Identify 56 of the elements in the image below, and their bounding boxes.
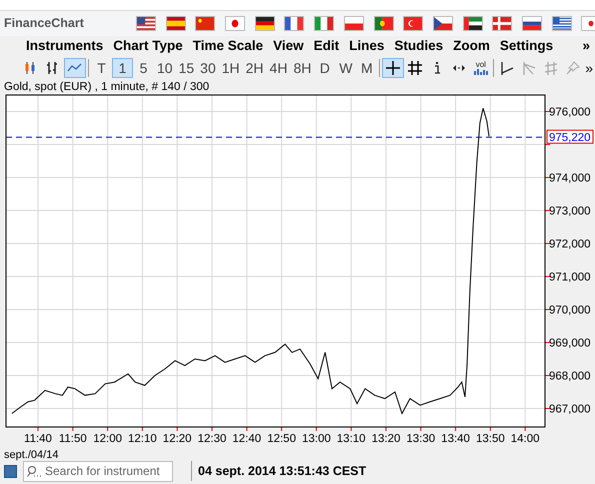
axis-label: 12:10 [128, 433, 157, 445]
interval-button[interactable]: W [335, 58, 356, 78]
vol-label: vol [476, 61, 486, 69]
interval-button[interactable]: 30 [197, 58, 219, 78]
date-time: 04 sept. 2014 13:51:43 CEST [198, 462, 366, 480]
axis-label: 976,000 [549, 106, 591, 118]
axis-label: 971,000 [549, 272, 591, 284]
menu-item[interactable]: Edit [314, 36, 340, 57]
axis-label: 13:40 [441, 433, 470, 445]
axis-label: 11:40 [24, 433, 52, 445]
menu-item[interactable]: Studies [394, 36, 444, 57]
axis-label: 968,000 [549, 370, 591, 383]
interval-button[interactable]: 8H [290, 58, 314, 78]
axis-label: 967,000 [549, 404, 591, 416]
axis-label: 12:20 [162, 433, 192, 445]
interval-button[interactable]: T [91, 58, 112, 78]
window-title: FinanceChart [4, 15, 85, 32]
price-level-label: 975,220 [546, 130, 594, 144]
axis-label: 13:30 [406, 433, 436, 445]
axis-label: 973,000 [549, 206, 591, 218]
axis-label: 12:50 [267, 433, 296, 445]
menu-item[interactable]: Instruments [26, 36, 104, 57]
menu-item[interactable]: Time Scale [192, 36, 264, 57]
interval-button[interactable]: M [356, 58, 378, 78]
axis-label: 974,000 [549, 172, 591, 184]
axis-label: 12:30 [198, 433, 226, 445]
interval-button[interactable]: 10 [154, 58, 176, 78]
interval-button[interactable]: 15 [176, 58, 198, 78]
axis-label: 13:00 [302, 433, 331, 445]
axis-label: 12:40 [232, 433, 262, 445]
axis-label: 13:50 [476, 433, 505, 445]
interval-button[interactable]: 4H [266, 58, 290, 78]
axis-label: 969,000 [549, 338, 591, 350]
search-field[interactable]: Search for instrument [23, 460, 173, 482]
axis-label: 972,000 [549, 238, 591, 250]
menu-overflow-button[interactable]: » [582, 36, 590, 57]
interval-button[interactable]: D [314, 58, 336, 78]
axis-label: 970,000 [549, 304, 591, 317]
interval-button[interactable]: 1 [112, 58, 133, 78]
interval-button[interactable]: 5 [133, 58, 154, 78]
axis-label: 13:10 [336, 433, 366, 445]
axis-label: 12:00 [93, 433, 122, 445]
menu-item[interactable]: Zoom [453, 36, 490, 57]
menu-item[interactable]: View [273, 36, 304, 57]
date-label: sept./04/14 [4, 449, 58, 461]
axis-label: 13:20 [372, 433, 400, 445]
menu-item[interactable]: Settings [500, 36, 554, 57]
axis-label: 11:50 [58, 433, 87, 445]
menu-item[interactable]: Lines [349, 36, 384, 57]
toolbar-overflow-button[interactable]: » [585, 58, 593, 78]
axis-label: 14:00 [510, 433, 540, 445]
interval-button[interactable]: 2H [242, 58, 267, 78]
view-button[interactable]: vol [470, 58, 492, 78]
chart-subtitle: Gold, spot (EUR) , 1 minute, # 140 / 300 [3, 81, 210, 93]
interval-button[interactable]: 1H [218, 58, 243, 78]
menu-item[interactable]: Chart Type [113, 36, 183, 57]
